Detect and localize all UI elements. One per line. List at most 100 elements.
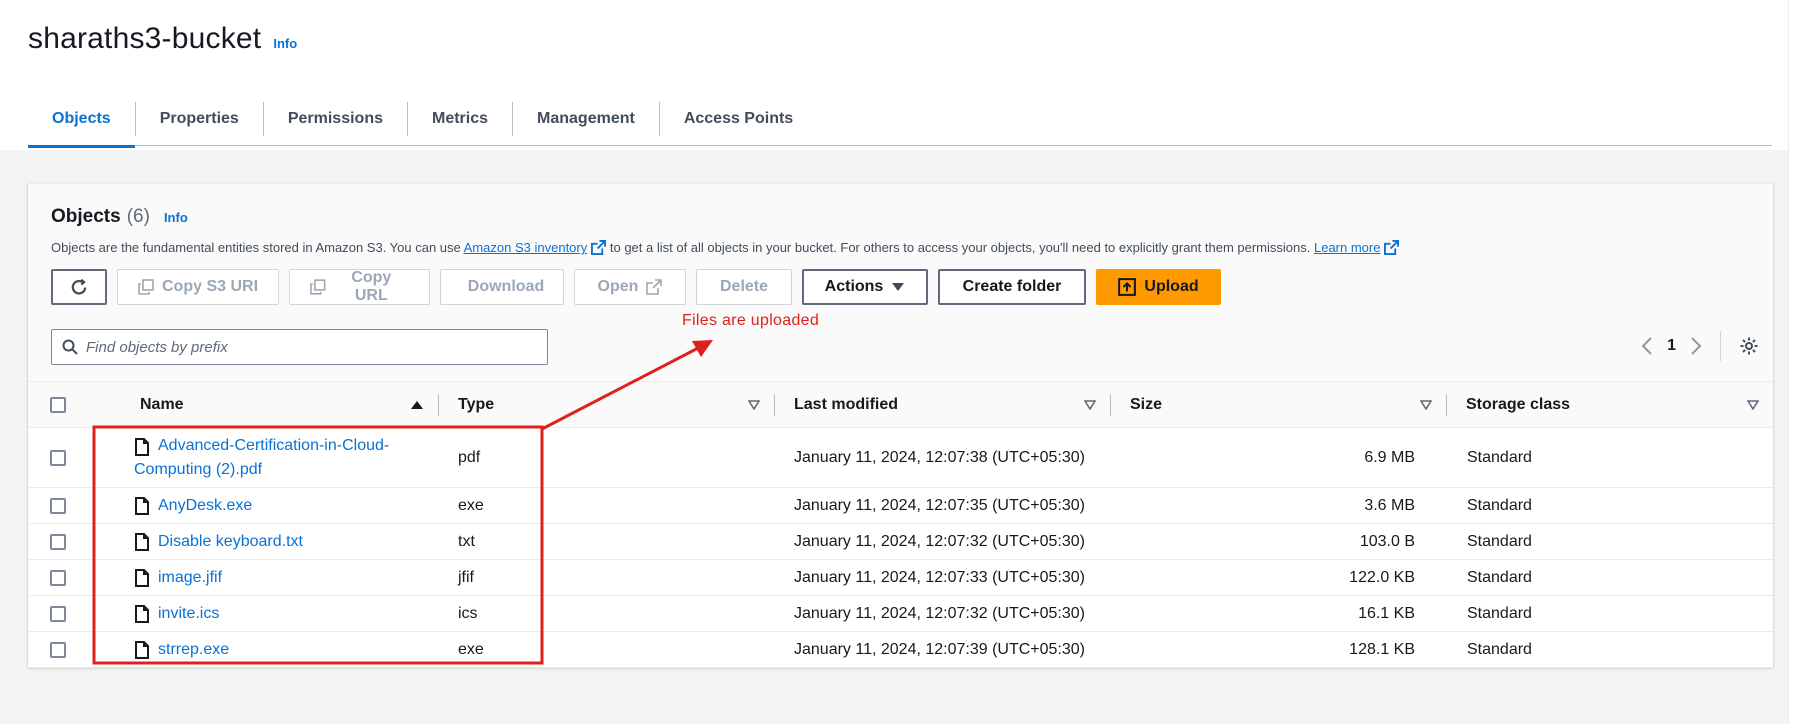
row-select-cell xyxy=(28,560,88,595)
external-link-icon xyxy=(1384,240,1400,255)
file-icon xyxy=(135,568,149,587)
file-name-wrap: invite.ics xyxy=(134,602,219,626)
copy-s3-uri-button[interactable]: Copy S3 URI xyxy=(117,269,279,305)
learn-more-link[interactable]: Learn more xyxy=(1314,240,1400,255)
tab-permissions[interactable]: Permissions xyxy=(262,101,407,136)
column-size-label[interactable]: Size xyxy=(1130,396,1162,414)
sort-ascending-icon[interactable] xyxy=(410,400,424,410)
delete-button[interactable]: Delete xyxy=(696,269,792,305)
create-folder-button[interactable]: Create folder xyxy=(938,269,1086,305)
name-cell: invite.ics xyxy=(88,596,438,631)
file-icon xyxy=(135,532,149,551)
tab-properties[interactable]: Properties xyxy=(134,101,263,136)
download-label[interactable]: Download xyxy=(468,278,544,296)
select-all-checkbox[interactable] xyxy=(50,396,66,413)
actions-label[interactable]: Actions xyxy=(825,278,884,296)
create-folder-label[interactable]: Create folder xyxy=(963,278,1062,296)
settings-gear-icon[interactable] xyxy=(1739,336,1759,356)
download-button[interactable]: Download xyxy=(440,269,564,305)
column-header-storage-class[interactable]: Storage class xyxy=(1446,382,1773,427)
upload-button[interactable]: Upload xyxy=(1096,269,1221,305)
tab-access-points[interactable]: Access Points xyxy=(658,101,817,136)
column-header-size[interactable]: Size xyxy=(1110,382,1446,427)
file-name-line-2[interactable]: Computing (2).pdf xyxy=(134,458,398,482)
file-name-line-1[interactable]: Advanced-Certification-in-Cloud- xyxy=(158,437,389,454)
column-last-modified-label[interactable]: Last modified xyxy=(794,396,898,414)
current-page[interactable]: 1 xyxy=(1667,337,1676,355)
column-header-type[interactable]: Type xyxy=(438,382,774,427)
name-cell: Advanced-Certification-in-Cloud- Computi… xyxy=(88,428,438,487)
scrollbar-track[interactable] xyxy=(1788,0,1818,724)
column-type-label[interactable]: Type xyxy=(458,396,494,414)
last-modified-cell: January 11, 2024, 12:07:32 (UTC+05:30) xyxy=(794,532,1085,550)
table-row[interactable]: strrep.exe exe January 11, 2024, 12:07:3… xyxy=(28,632,1773,668)
copy-url-label[interactable]: Copy URL xyxy=(334,269,409,305)
open-label[interactable]: Open xyxy=(598,278,639,296)
row-checkbox[interactable] xyxy=(50,449,66,466)
bucket-info-link[interactable]: Info xyxy=(273,36,297,51)
objects-panel: Objects (6) Info Objects are the fundame… xyxy=(28,183,1773,668)
copy-icon xyxy=(138,279,154,295)
table-header-row: Name Type Last modified Size Storage cla… xyxy=(28,382,1773,428)
sort-icon[interactable] xyxy=(1084,399,1096,410)
column-header-name[interactable]: Name xyxy=(88,382,438,427)
file-name-link[interactable]: Disable keyboard.txt xyxy=(158,530,303,554)
upload-label[interactable]: Upload xyxy=(1144,278,1198,296)
file-name-link[interactable]: strrep.exe xyxy=(158,638,229,662)
s3-inventory-link-label[interactable]: Amazon S3 inventory xyxy=(464,240,588,255)
file-name-link[interactable]: AnyDesk.exe xyxy=(158,494,252,518)
refresh-button[interactable] xyxy=(51,269,107,305)
row-checkbox[interactable] xyxy=(50,641,66,658)
file-name-wrap: strrep.exe xyxy=(134,638,229,662)
row-checkbox[interactable] xyxy=(50,569,66,586)
table-row[interactable]: image.jfif jfif January 11, 2024, 12:07:… xyxy=(28,560,1773,596)
row-select-cell xyxy=(28,428,88,487)
file-icon xyxy=(135,437,149,456)
search-box[interactable] xyxy=(51,329,548,365)
file-name-link[interactable]: Advanced-Certification-in-Cloud- Computi… xyxy=(134,434,398,482)
actions-dropdown-button[interactable]: Actions xyxy=(802,269,928,305)
table-row[interactable]: invite.ics ics January 11, 2024, 12:07:3… xyxy=(28,596,1773,632)
open-button[interactable]: Open xyxy=(574,269,686,305)
name-cell: AnyDesk.exe xyxy=(88,488,438,523)
pagination-divider xyxy=(1720,331,1721,361)
storage-class-cell: Standard xyxy=(1467,496,1532,514)
tab-management[interactable]: Management xyxy=(512,101,659,136)
caret-down-icon xyxy=(892,283,905,291)
type-cell: exe xyxy=(458,640,484,658)
external-link-icon xyxy=(591,240,607,255)
table-row[interactable]: Disable keyboard.txt txt January 11, 202… xyxy=(28,524,1773,560)
objects-toolbar: Copy S3 URI Copy URL Download Open Delet… xyxy=(51,269,1221,305)
copy-url-button[interactable]: Copy URL xyxy=(289,269,430,305)
name-cell: Disable keyboard.txt xyxy=(88,524,438,559)
s3-inventory-link[interactable]: Amazon S3 inventory xyxy=(464,240,607,255)
type-cell: exe xyxy=(458,496,484,514)
delete-label[interactable]: Delete xyxy=(720,278,768,296)
sort-icon[interactable] xyxy=(748,399,760,410)
column-header-last-modified[interactable]: Last modified xyxy=(774,382,1110,427)
storage-class-cell: Standard xyxy=(1467,568,1532,586)
row-checkbox[interactable] xyxy=(50,533,66,550)
size-cell: 16.1 KB xyxy=(1358,604,1415,622)
table-row[interactable]: Advanced-Certification-in-Cloud- Computi… xyxy=(28,428,1773,488)
tab-objects[interactable]: Objects xyxy=(28,102,135,148)
type-cell: pdf xyxy=(458,448,481,466)
file-name-link[interactable]: image.jfif xyxy=(158,566,222,590)
column-storage-class-label[interactable]: Storage class xyxy=(1466,396,1570,414)
last-modified-cell: January 11, 2024, 12:07:39 (UTC+05:30) xyxy=(794,640,1085,658)
tab-metrics[interactable]: Metrics xyxy=(406,101,512,136)
objects-info-link[interactable]: Info xyxy=(164,210,188,225)
row-checkbox[interactable] xyxy=(50,497,66,514)
copy-s3-uri-label[interactable]: Copy S3 URI xyxy=(162,278,258,296)
table-row[interactable]: AnyDesk.exe exe January 11, 2024, 12:07:… xyxy=(28,488,1773,524)
file-name-link[interactable]: invite.ics xyxy=(158,602,219,626)
sort-icon[interactable] xyxy=(1747,399,1759,410)
column-name-label[interactable]: Name xyxy=(140,396,184,414)
chevron-right-icon[interactable] xyxy=(1690,337,1702,355)
row-checkbox[interactable] xyxy=(50,605,66,622)
chevron-left-icon[interactable] xyxy=(1641,337,1653,355)
sort-icon[interactable] xyxy=(1420,399,1432,410)
objects-panel-title: Objects xyxy=(51,206,121,227)
learn-more-label[interactable]: Learn more xyxy=(1314,240,1380,255)
search-input[interactable] xyxy=(86,338,526,356)
